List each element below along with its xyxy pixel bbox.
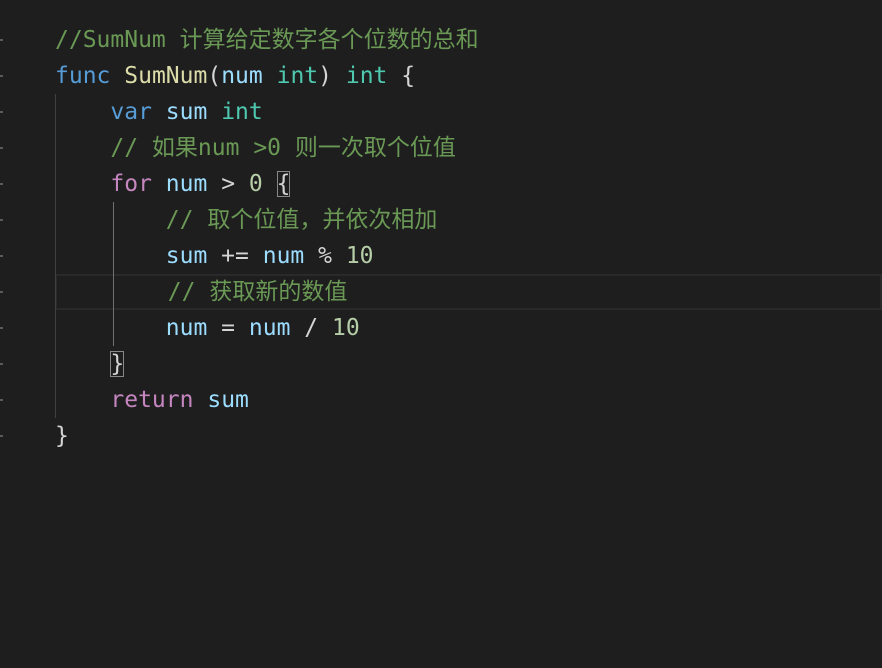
token-number: 10 — [331, 315, 360, 341]
code-line-1[interactable]: //SumNum 计算给定数字各个位数的总和 — [55, 22, 882, 58]
line-number-fragment — [0, 219, 3, 221]
token-comment: // 如果num >0 则一次取个位值 — [110, 135, 456, 161]
token-control: return — [110, 387, 194, 413]
token-text: ( — [207, 63, 222, 89]
token-text: } — [55, 423, 69, 449]
line-number-fragment — [0, 255, 3, 257]
indent-guide — [113, 202, 114, 346]
indent-guide — [55, 94, 56, 418]
line-number-fragment — [0, 75, 3, 77]
line-number-fragment — [0, 111, 3, 113]
token-type: int — [221, 99, 263, 125]
token-type: int — [276, 63, 319, 89]
token-var: num — [221, 63, 263, 89]
token-var: num — [165, 315, 208, 341]
line-number-fragment — [0, 39, 3, 41]
code-line-6[interactable]: // 取个位值，并依次相加 — [55, 202, 882, 238]
token-var: sum — [165, 243, 208, 269]
line-number-fragment — [0, 327, 3, 329]
code-line-8[interactable]: // 获取新的数值 — [55, 274, 882, 310]
code-line-7[interactable]: sum += num % 10 — [55, 238, 882, 274]
token-func: SumNum — [124, 63, 208, 89]
token-text: = — [207, 315, 249, 341]
line-number-fragment — [0, 291, 3, 293]
code-line-3[interactable]: var sum int — [55, 94, 882, 130]
token-var: num — [165, 171, 208, 197]
token-var: sum — [165, 99, 208, 125]
code-line-9[interactable]: num = num / 10 — [55, 310, 882, 346]
code-line-4[interactable]: // 如果num >0 则一次取个位值 — [55, 130, 882, 166]
token-text: { — [387, 63, 416, 89]
token-text: > — [207, 171, 249, 197]
token-text: ) — [318, 63, 346, 89]
line-number-fragment — [0, 435, 3, 437]
token-var: sum — [207, 387, 249, 413]
line-number-fragment — [0, 183, 3, 185]
token-comment: // 取个位值，并依次相加 — [165, 207, 438, 233]
token-bracket: { — [276, 171, 291, 197]
code-line-5[interactable]: for num > 0 { — [55, 166, 882, 202]
token-text: += — [207, 243, 263, 269]
token-var: num — [262, 243, 305, 269]
token-bracket: } — [110, 351, 125, 377]
code-line-10[interactable]: } — [55, 346, 882, 382]
token-keyword: func — [55, 63, 111, 89]
token-control: for — [110, 171, 152, 197]
token-var: num — [248, 315, 291, 341]
token-type: int — [345, 63, 388, 89]
token-text: % — [304, 243, 346, 269]
code-line-12[interactable]: } — [55, 418, 882, 454]
token-comment: //SumNum 计算给定数字各个位数的总和 — [55, 27, 479, 53]
token-comment: // 获取新的数值 — [167, 279, 348, 305]
token-keyword: var — [110, 99, 152, 125]
token-number: 10 — [345, 243, 374, 269]
token-text: / — [290, 315, 332, 341]
code-line-2[interactable]: func SumNum(num int) int { — [55, 58, 882, 94]
code-line-11[interactable]: return sum — [55, 382, 882, 418]
line-number-fragment — [0, 147, 3, 149]
line-number-fragment — [0, 363, 3, 365]
token-number: 0 — [248, 171, 263, 197]
line-number-fragment — [0, 399, 3, 401]
